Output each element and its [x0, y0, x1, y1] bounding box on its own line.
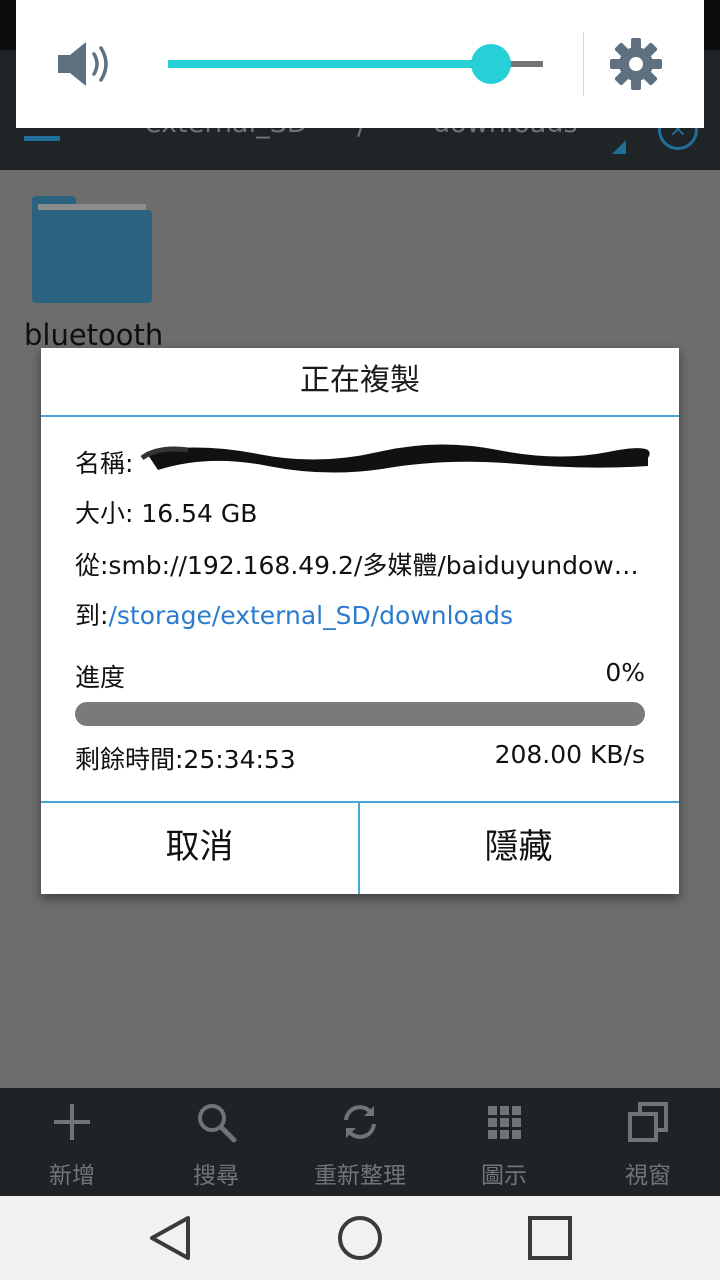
- toolbar-item-refresh[interactable]: 重新整理: [288, 1088, 432, 1196]
- folder-icon[interactable]: [32, 196, 152, 303]
- search-icon: [198, 1104, 237, 1143]
- destination-label: 到:: [75, 601, 109, 630]
- toolbar-label-icons: 圖示: [481, 1163, 527, 1189]
- toolbar-label-windows: 視窗: [625, 1163, 671, 1189]
- volume-divider: [583, 32, 584, 96]
- back-icon[interactable]: [140, 1210, 200, 1266]
- windows-icon: [628, 1102, 668, 1142]
- volume-slider-fill: [168, 60, 491, 68]
- toolbar-item-windows[interactable]: 視窗: [576, 1088, 720, 1196]
- menu-icon[interactable]: [24, 136, 60, 141]
- gear-icon[interactable]: [610, 38, 662, 90]
- speaker-icon[interactable]: [56, 40, 116, 88]
- bottom-toolbar: 新增 搜尋 重新整理 圖示 視窗: [0, 1088, 720, 1196]
- folder-label[interactable]: bluetooth: [24, 318, 163, 352]
- progress-percent: 0%: [605, 658, 645, 687]
- file-name-label: 名稱:: [75, 449, 134, 478]
- grid-icon: [488, 1106, 521, 1139]
- toolbar-label-refresh: 重新整理: [314, 1163, 406, 1189]
- plus-icon: [54, 1104, 90, 1140]
- cancel-button[interactable]: 取消: [41, 803, 358, 894]
- refresh-icon: [344, 1105, 376, 1139]
- transfer-speed: 208.00 KB/s: [494, 740, 645, 769]
- navigation-bar: [0, 1196, 720, 1280]
- hide-button[interactable]: 隱藏: [360, 803, 677, 894]
- source-path: 從:smb://192.168.49.2/多媒體/baiduyundownloa…: [75, 551, 645, 580]
- dialog-title-divider: [41, 415, 679, 417]
- volume-slider-thumb[interactable]: [470, 44, 511, 84]
- toolbar-item-icons[interactable]: 圖示: [432, 1088, 576, 1196]
- destination-row: 到:/storage/external_SD/downloads: [75, 596, 513, 632]
- copy-dialog: 正在複製 名稱: 大小: 16.54 GB 從:smb://192.168.49…: [41, 348, 679, 894]
- dialog-title: 正在複製: [300, 363, 420, 398]
- redaction-mark: [140, 444, 650, 473]
- destination-path: /storage/external_SD/downloads: [108, 601, 514, 630]
- toolbar-label-new: 新增: [49, 1163, 95, 1189]
- file-size: 大小: 16.54 GB: [75, 499, 258, 528]
- remaining-time: 剩餘時間:25:34:53: [75, 745, 296, 774]
- progress-bar: [75, 702, 645, 726]
- dropdown-icon[interactable]: [612, 140, 626, 154]
- toolbar-item-new[interactable]: 新增: [0, 1088, 144, 1196]
- recents-icon[interactable]: [520, 1210, 580, 1266]
- toolbar-item-search[interactable]: 搜尋: [144, 1088, 288, 1196]
- toolbar-label-search: 搜尋: [193, 1163, 239, 1189]
- home-icon[interactable]: [330, 1210, 390, 1266]
- progress-label: 進度: [75, 663, 126, 692]
